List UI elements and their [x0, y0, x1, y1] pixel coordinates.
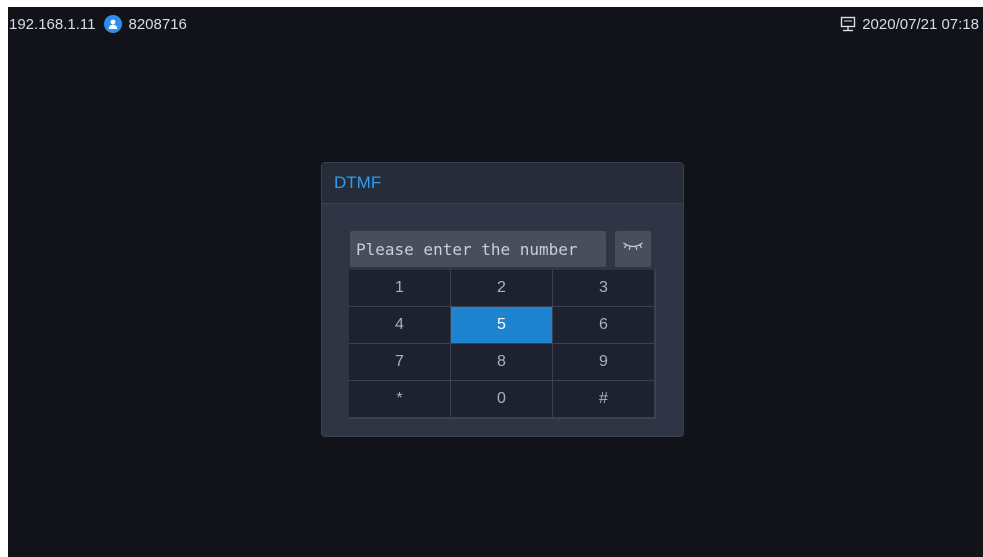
dialog-title: DTMF: [334, 173, 382, 192]
key-8[interactable]: 8: [451, 344, 552, 380]
key-star[interactable]: *: [349, 381, 450, 417]
key-2[interactable]: 2: [451, 270, 552, 306]
key-1[interactable]: 1: [349, 270, 450, 306]
password-visibility-toggle[interactable]: [615, 231, 651, 267]
number-input[interactable]: [350, 231, 606, 267]
key-9[interactable]: 9: [553, 344, 654, 380]
datetime: 2020/07/21 07:18: [862, 15, 979, 33]
input-row: [350, 231, 651, 267]
eye-closed-icon: [622, 240, 644, 258]
ip-address: 192.168.1.11: [9, 15, 96, 33]
key-7[interactable]: 7: [349, 344, 450, 380]
user-icon: [104, 15, 123, 33]
dtmf-dialog: DTMF 1 2 3 4 5 6: [322, 163, 683, 436]
status-bar: 192.168.1.11 8208716 2020/07/21 07:18: [8, 7, 983, 41]
key-5[interactable]: 5: [451, 307, 552, 343]
account-number: 8208716: [128, 15, 187, 33]
key-hash[interactable]: #: [553, 381, 654, 417]
key-4[interactable]: 4: [349, 307, 450, 343]
status-right: 2020/07/21 07:18: [840, 16, 983, 33]
dtmf-keypad: 1 2 3 4 5 6 7 8 9 * 0 #: [349, 270, 656, 419]
key-0[interactable]: 0: [451, 381, 552, 417]
network-icon: [840, 16, 856, 32]
dialog-header: DTMF: [322, 163, 683, 204]
call-screen: 192.168.1.11 8208716 2020/07/21 07:18 DT…: [8, 7, 983, 557]
status-left: 192.168.1.11 8208716: [8, 15, 187, 33]
key-6[interactable]: 6: [553, 307, 654, 343]
key-3[interactable]: 3: [553, 270, 654, 306]
